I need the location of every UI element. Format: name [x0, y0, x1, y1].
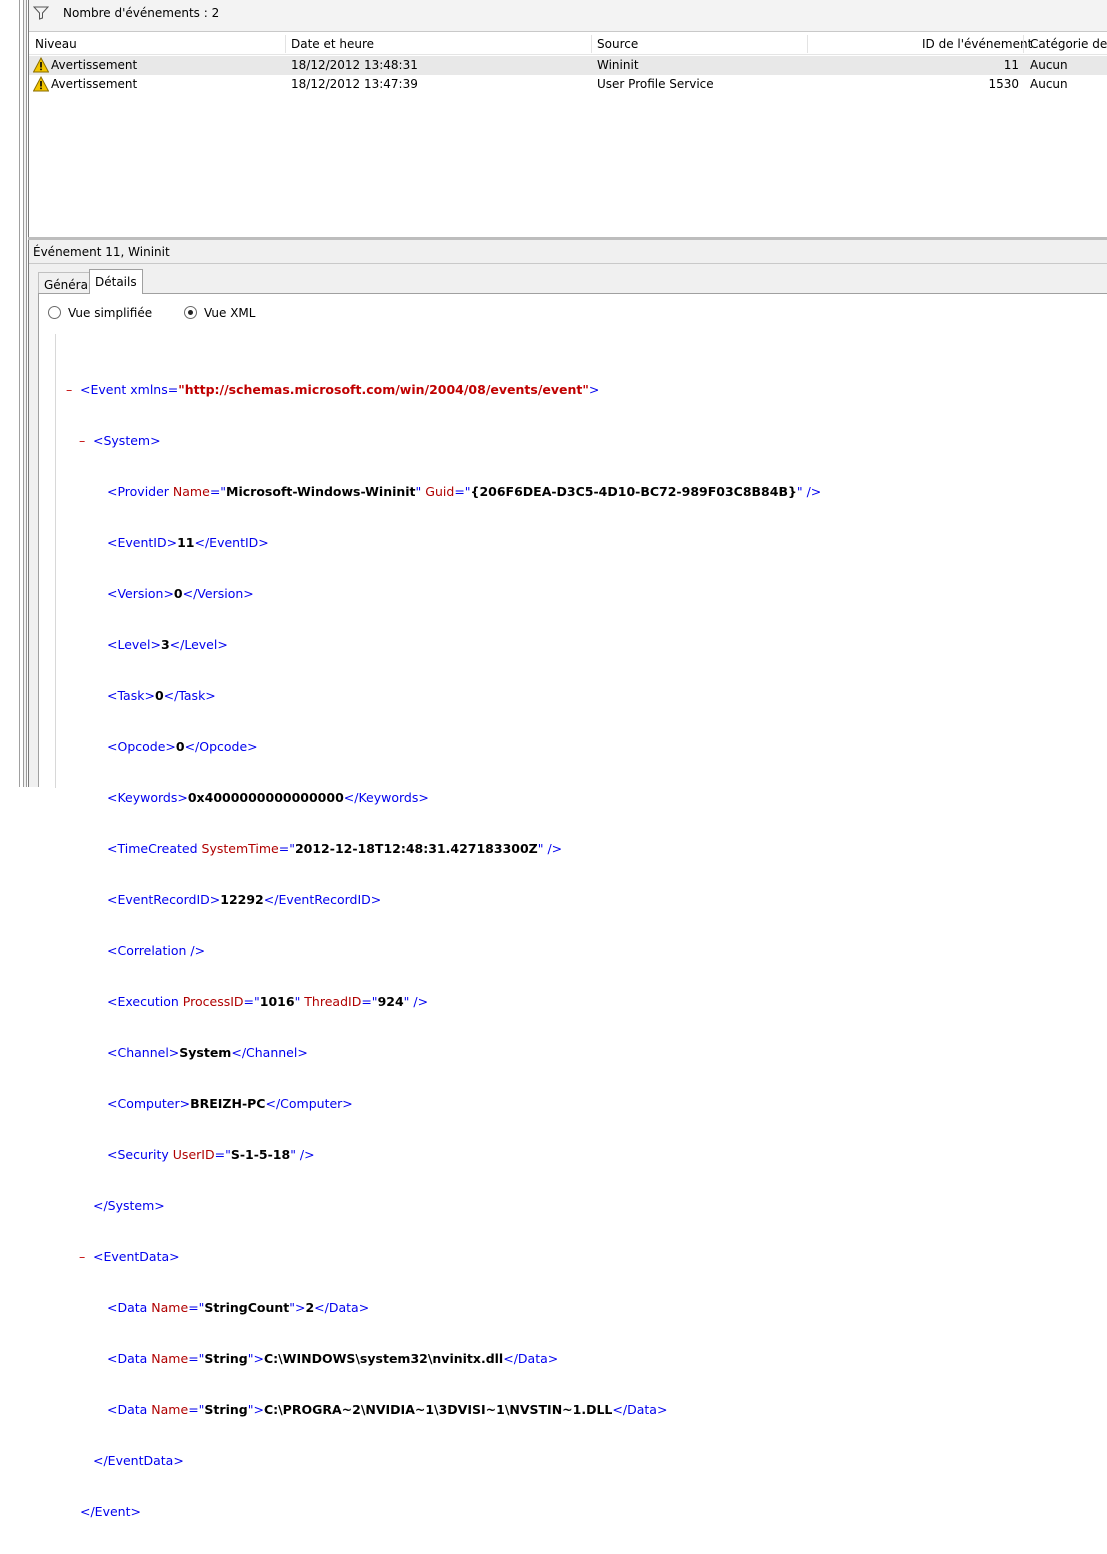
xml-value: 2 — [305, 1300, 315, 1315]
column-header-level[interactable]: Niveau — [35, 37, 77, 51]
column-header-datetime[interactable]: Date et heure — [291, 37, 374, 51]
xml-value: String — [204, 1351, 248, 1366]
xml-value: 0 — [173, 586, 183, 601]
radio-checked-icon — [184, 306, 197, 319]
xml-line: <Provider Name="Microsoft-Windows-Winini… — [107, 484, 822, 499]
radio-simplified-view[interactable]: Vue simplifiée — [48, 306, 152, 320]
xml-content: – <Event xmlns="http://schemas.microsoft.… — [66, 347, 821, 1554]
event-level: Avertissement — [51, 77, 138, 91]
column-divider[interactable] — [1023, 35, 1024, 53]
xml-value: C:\WINDOWS\system32\nvinitx.dll — [263, 1351, 504, 1366]
xml-value: 0 — [175, 739, 185, 754]
column-headers: Niveau Date et heure Source ID de l'évén… — [29, 33, 1107, 55]
xml-value: 12292 — [220, 892, 264, 907]
column-divider[interactable] — [807, 35, 808, 53]
column-header-source[interactable]: Source — [597, 37, 638, 51]
xml-line: <Task>0</Task> — [107, 688, 216, 703]
event-category: Aucun — [1030, 77, 1068, 91]
xml-value: 0 — [154, 688, 164, 703]
xml-value: S-1-5-18 — [230, 1147, 291, 1162]
xml-value: System — [179, 1045, 232, 1060]
xml-value: 1016 — [259, 994, 295, 1009]
collapse-icon[interactable]: – — [79, 432, 85, 449]
collapse-icon[interactable]: – — [66, 381, 72, 398]
detail-title: Événement 11, Wininit — [33, 245, 170, 259]
splitter[interactable] — [23, 0, 27, 787]
event-list-pane: Nombre d'événements : 2 Niveau Date et h… — [28, 0, 1107, 237]
event-datetime: 18/12/2012 13:47:39 — [291, 77, 418, 91]
radio-xml-view[interactable]: Vue XML — [184, 306, 255, 320]
event-level: Avertissement — [51, 58, 138, 72]
event-datetime: 18/12/2012 13:48:31 — [291, 58, 418, 72]
radio-unchecked-icon — [48, 306, 61, 319]
event-category: Aucun — [1030, 58, 1068, 72]
event-id: 1530 — [988, 77, 1019, 91]
xml-value: String — [204, 1402, 248, 1417]
event-count-label: Nombre d'événements : 2 — [63, 6, 220, 20]
xml-value: 2012-12-18T12:48:31.427183300Z — [294, 841, 538, 856]
filter-icon[interactable] — [33, 6, 49, 20]
xml-line: </System> — [93, 1198, 165, 1213]
xml-line: </EventData> — [93, 1453, 184, 1468]
column-divider[interactable] — [591, 35, 592, 53]
xml-line: <Keywords>0x4000000000000000</Keywords> — [107, 790, 429, 805]
xml-value: StringCount — [204, 1300, 290, 1315]
xml-value: Microsoft-Windows-Wininit — [226, 484, 416, 499]
column-header-category[interactable]: Catégorie de la — [1030, 37, 1107, 51]
warning-icon — [33, 57, 49, 73]
xml-line: <Opcode>0</Opcode> — [107, 739, 258, 754]
event-row[interactable]: Avertissement 18/12/2012 13:47:39 User P… — [29, 75, 1107, 94]
tab-details[interactable]: Détails — [89, 269, 143, 294]
xml-line: <Version>0</Version> — [107, 586, 254, 601]
xml-line: <Computer>BREIZH-PC</Computer> — [107, 1096, 353, 1111]
xml-value: 924 — [377, 994, 404, 1009]
column-divider[interactable] — [285, 35, 286, 53]
xml-line: – <System> — [66, 432, 821, 449]
xml-line: </Event> — [80, 1504, 141, 1519]
xml-value: 3 — [160, 637, 170, 652]
divider — [29, 263, 1107, 264]
xml-attr-value: "http://schemas.microsoft.com/win/2004/0… — [178, 382, 589, 397]
pane-border — [19, 0, 20, 787]
xml-value: BREIZH-PC — [190, 1096, 266, 1111]
xml-tag: <Event xmlns= — [80, 382, 179, 397]
xml-line: <Channel>System</Channel> — [107, 1045, 308, 1060]
details-tab-content: Vue simplifiée Vue XML – <Event xmlns="ht… — [38, 293, 1107, 1519]
xml-line: <Data Name="String">C:\PROGRA~2\NVIDIA~1… — [107, 1402, 668, 1417]
xml-line: <Correlation /> — [107, 943, 206, 958]
event-source: User Profile Service — [597, 77, 714, 91]
column-header-event-id[interactable]: ID de l'événement — [922, 37, 1032, 51]
warning-icon — [33, 76, 49, 92]
xml-line: <Security UserID="S-1-5-18" /> — [107, 1147, 315, 1162]
xml-value: {206F6DEA-D3C5-4D10-BC72-989F03C8B84B} — [470, 484, 797, 499]
xml-line: <EventRecordID>12292</EventRecordID> — [107, 892, 382, 907]
xml-tag: <System> — [93, 433, 161, 448]
xml-line: <EventID>11</EventID> — [107, 535, 269, 550]
xml-line: – <EventData> — [79, 1248, 180, 1265]
xml-value: 0x4000000000000000 — [187, 790, 344, 805]
radio-label: Vue XML — [204, 306, 256, 320]
navigation-pane-edge — [0, 0, 28, 787]
radio-label: Vue simplifiée — [68, 306, 153, 320]
xml-line: <Data Name="StringCount">2</Data> — [107, 1300, 370, 1315]
xml-view: – <Event xmlns="http://schemas.microsoft.… — [55, 334, 1107, 1519]
event-row[interactable]: Avertissement 18/12/2012 13:48:31 Winini… — [29, 56, 1107, 75]
event-detail-pane: Événement 11, Wininit Général Détails Vu… — [28, 240, 1107, 1519]
event-source: Wininit — [597, 58, 639, 72]
xml-line: <Execution ProcessID="1016" ThreadID="92… — [107, 994, 429, 1009]
filter-bar: Nombre d'événements : 2 — [29, 0, 1107, 32]
xml-value: 11 — [177, 535, 195, 550]
collapse-icon[interactable]: – — [79, 1248, 85, 1265]
xml-line: <Data Name="String">C:\WINDOWS\system32\… — [107, 1351, 559, 1366]
xml-line: <TimeCreated SystemTime="2012-12-18T12:4… — [107, 841, 563, 856]
xml-value: C:\PROGRA~2\NVIDIA~1\3DVISI~1\NVSTIN~1.D… — [263, 1402, 613, 1417]
xml-line: <Level>3</Level> — [107, 637, 228, 652]
event-id: 11 — [1003, 58, 1019, 72]
xml-line: – <Event xmlns="http://schemas.microsoft.… — [66, 381, 600, 398]
